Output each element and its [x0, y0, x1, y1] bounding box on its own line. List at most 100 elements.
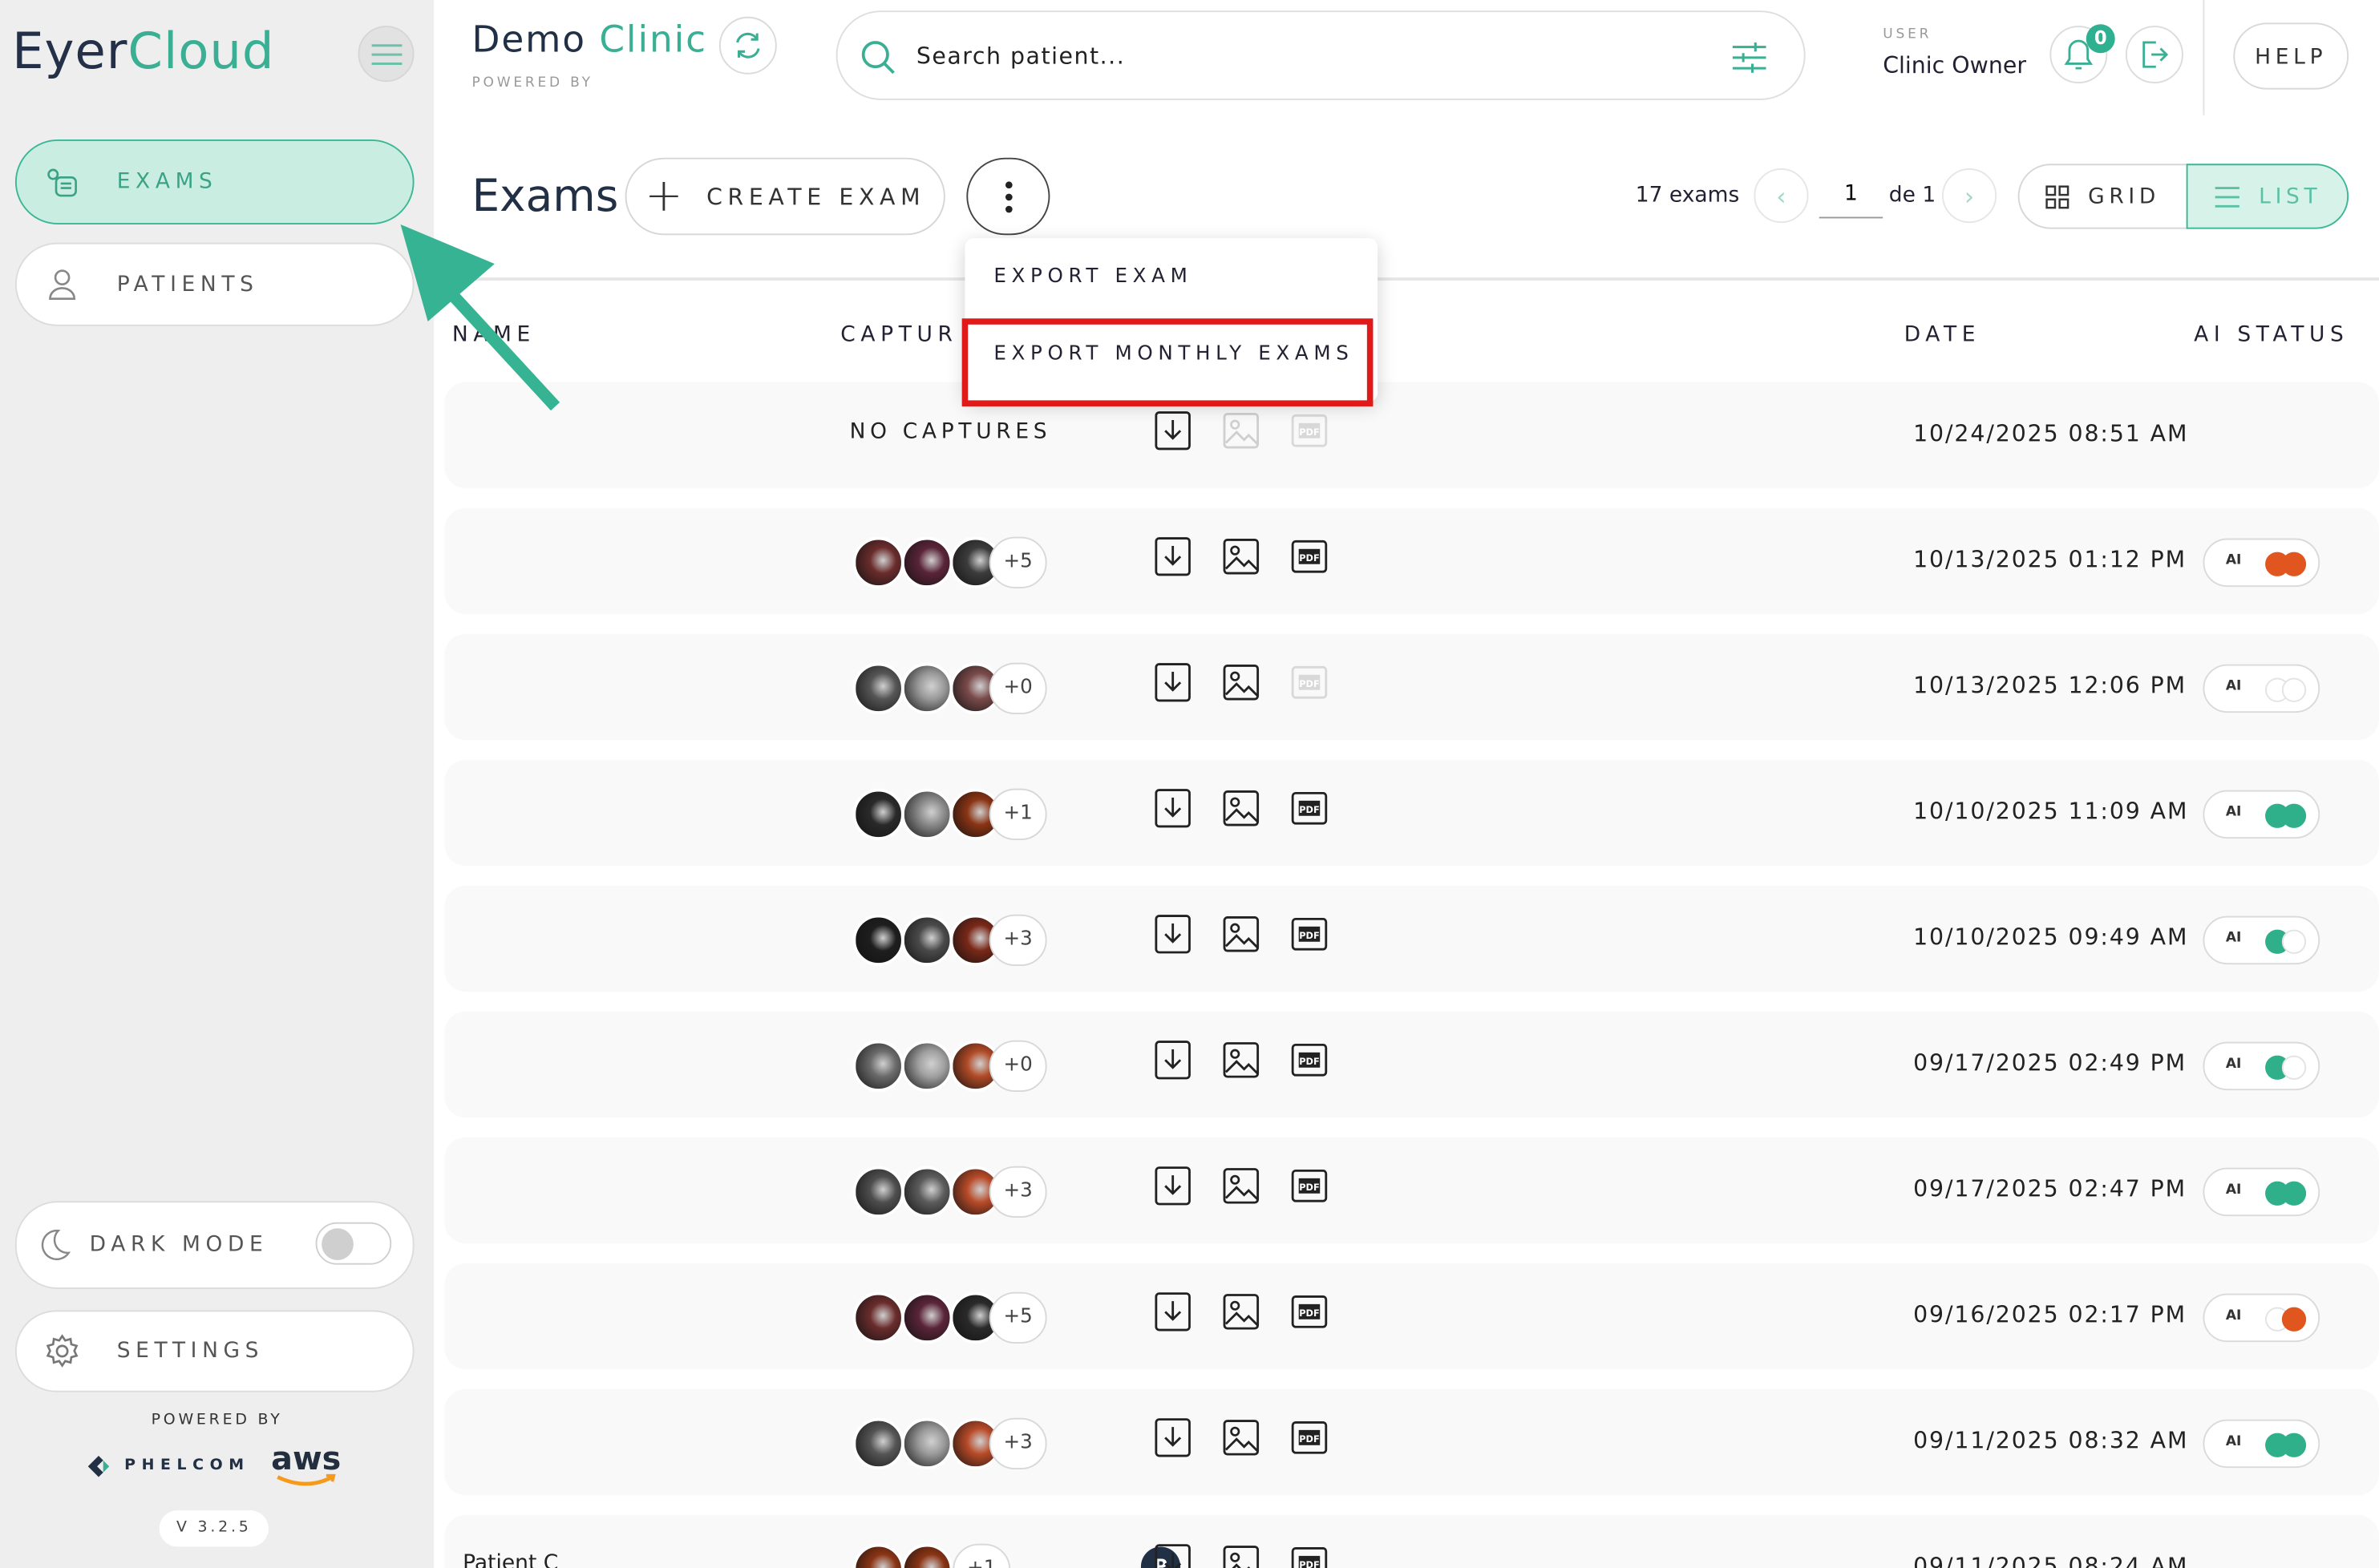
pdf-report-button[interactable]: PDF — [1289, 791, 1329, 830]
ai-status-badge[interactable]: AI — [2203, 915, 2320, 965]
download-button[interactable] — [1153, 1292, 1192, 1335]
grid-label: GRID — [2088, 184, 2161, 209]
capture-thumbnails[interactable]: +3 — [852, 1166, 1065, 1218]
ai-status-badge[interactable]: AI — [2203, 790, 2320, 839]
app-logo[interactable]: EyerCloud — [12, 21, 274, 80]
ai-label: AI — [2225, 1308, 2242, 1324]
images-button[interactable] — [1221, 1042, 1260, 1082]
hamburger-menu-button[interactable] — [358, 26, 415, 83]
list-view-button[interactable]: LIST — [2186, 164, 2349, 229]
exam-date: 10/10/2025 09:49 AM — [1913, 923, 2189, 952]
capture-thumbnail — [852, 1166, 904, 1218]
pdf-report-button[interactable]: PDF — [1289, 1420, 1329, 1461]
filter-icon[interactable] — [1730, 38, 1769, 77]
switch-clinic-button[interactable] — [718, 16, 777, 75]
pdf-report-button[interactable]: PDF — [1289, 1043, 1329, 1082]
images-button[interactable] — [1221, 539, 1260, 581]
pdf-icon: PDF — [1291, 1295, 1328, 1335]
column-header-date[interactable]: DATE — [1904, 323, 1980, 347]
table-row[interactable]: +5 PDF 10/13/2025 01:12 PM AI — [444, 507, 2379, 615]
ai-status-badge[interactable]: AI — [2203, 538, 2320, 588]
pdf-report-button[interactable]: PDF — [1289, 1169, 1329, 1209]
list-icon — [2213, 186, 2240, 207]
ai-status-badge[interactable]: AI — [2203, 1419, 2320, 1469]
settings-button[interactable]: SETTINGS — [14, 1310, 415, 1392]
image-icon — [1223, 790, 1260, 833]
images-button[interactable] — [1221, 790, 1260, 833]
image-icon — [1223, 1168, 1260, 1210]
export-exam-menu-item[interactable]: EXPORT EXAM — [993, 265, 1192, 288]
table-row[interactable]: +1 PDF 10/10/2025 11:09 AM AI — [444, 759, 2379, 867]
prev-page-button[interactable]: ‹ — [1754, 168, 1809, 224]
ai-status-badge[interactable]: AI — [2203, 1293, 2320, 1343]
capture-thumbnails[interactable]: +1 — [852, 1543, 1065, 1568]
pdf-icon: PDF — [1291, 1043, 1328, 1082]
column-header-ai-status: AI STATUS — [2194, 322, 2349, 348]
help-button[interactable]: HELP — [2233, 22, 2349, 90]
table-row[interactable]: +3 PDF 10/10/2025 09:49 AM AI — [444, 885, 2379, 992]
ai-status-badge[interactable]: AI — [2203, 1041, 2320, 1091]
svg-text:PDF: PDF — [1299, 552, 1319, 564]
capture-thumbnails[interactable]: +0 — [852, 662, 1065, 714]
images-button[interactable] — [1221, 1420, 1260, 1461]
download-button[interactable] — [1153, 1418, 1192, 1464]
logout-icon — [2142, 41, 2169, 68]
next-page-button[interactable]: › — [1942, 168, 1997, 224]
capture-thumbnail — [900, 662, 953, 714]
download-icon — [1155, 1041, 1191, 1086]
image-icon — [1223, 539, 1260, 581]
logout-button[interactable] — [2125, 26, 2183, 84]
pdf-report-button[interactable]: PDF — [1289, 540, 1329, 579]
download-button[interactable] — [1153, 915, 1192, 956]
download-button[interactable] — [1153, 1166, 1192, 1209]
table-row[interactable]: +5 PDF 09/16/2025 02:17 PM AI — [444, 1263, 2379, 1370]
pdf-icon: PDF — [1291, 1169, 1328, 1209]
table-row[interactable]: +0 PDF 10/13/2025 12:06 PM AI — [444, 633, 2379, 741]
download-button[interactable] — [1153, 663, 1192, 705]
capture-thumbnails[interactable]: +5 — [852, 536, 1065, 588]
table-row[interactable]: +3 PDF 09/17/2025 02:47 PM AI — [444, 1137, 2379, 1244]
download-icon — [1155, 1418, 1191, 1464]
chevron-left-icon: ‹ — [1776, 181, 1786, 211]
aws-smile-icon — [276, 1473, 336, 1486]
table-row[interactable]: +0 PDF 09/17/2025 02:49 PM AI — [444, 1011, 2379, 1118]
create-exam-button[interactable]: + CREATE EXAM — [625, 157, 945, 236]
ai-status-badge[interactable]: AI — [2203, 1167, 2320, 1217]
capture-thumbnails[interactable]: +5 — [852, 1291, 1065, 1344]
table-row[interactable]: Patient C+1PPDF09/11/2025 08:24 AM — [444, 1514, 2379, 1568]
download-button[interactable] — [1153, 537, 1192, 579]
grid-view-button[interactable]: GRID — [2017, 164, 2188, 229]
images-button[interactable] — [1221, 1294, 1260, 1336]
sidebar-item-exams[interactable]: EXAMS — [14, 139, 415, 224]
table-row[interactable]: +3 PDF 09/11/2025 08:32 AM AI — [444, 1388, 2379, 1496]
pdf-report-button[interactable]: PDF — [1289, 917, 1329, 956]
page-number-input[interactable] — [1819, 169, 1883, 219]
capture-thumbnails[interactable]: +1 — [852, 788, 1065, 841]
download-button[interactable] — [1153, 411, 1192, 453]
dark-mode-toggle[interactable] — [315, 1222, 392, 1265]
sidebar-item-patients[interactable]: PATIENTS — [14, 242, 415, 326]
ai-label: AI — [2225, 1182, 2242, 1198]
sidebar-item-label: PATIENTS — [116, 272, 259, 297]
images-button[interactable] — [1221, 1546, 1260, 1568]
images-button[interactable] — [1221, 665, 1260, 705]
images-button[interactable] — [1221, 916, 1260, 959]
image-icon — [1223, 1294, 1260, 1336]
capture-thumbnails[interactable]: +3 — [852, 914, 1065, 967]
ai-status-badge[interactable]: AI — [2203, 664, 2320, 713]
pdf-report-button[interactable]: PDF — [1289, 1547, 1329, 1568]
images-button[interactable] — [1221, 1168, 1260, 1210]
create-exam-label: CREATE EXAM — [706, 182, 926, 211]
notification-count-badge: 0 — [2086, 24, 2115, 54]
more-options-button[interactable] — [966, 157, 1050, 236]
exam-date: 09/16/2025 02:17 PM — [1913, 1301, 2187, 1329]
pdf-report-button[interactable]: PDF — [1289, 1295, 1329, 1335]
capture-thumbnails[interactable]: +3 — [852, 1417, 1065, 1470]
table-row[interactable]: NO CAPTURES PDF 10/24/2025 08:51 AM — [444, 382, 2379, 489]
download-button[interactable] — [1153, 789, 1192, 830]
image-icon — [1223, 916, 1260, 959]
download-button[interactable] — [1153, 1041, 1192, 1082]
search-input[interactable] — [916, 36, 1675, 76]
capture-thumbnails[interactable]: +0 — [852, 1040, 1065, 1093]
download-button[interactable] — [1153, 1544, 1192, 1568]
